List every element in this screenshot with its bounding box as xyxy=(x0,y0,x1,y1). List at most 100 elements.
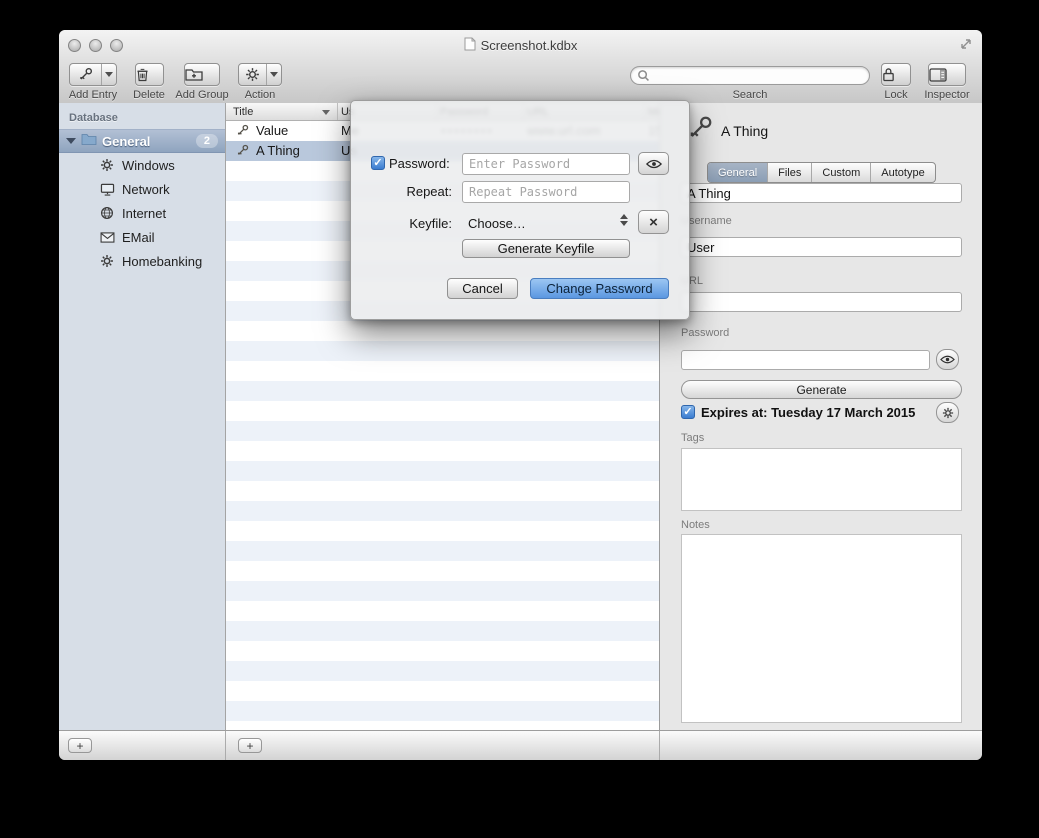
zoom-button[interactable] xyxy=(110,39,123,52)
gear-icon xyxy=(99,157,115,173)
expiry-options-button[interactable] xyxy=(936,402,959,423)
search-label: Search xyxy=(733,89,768,101)
action-dropdown-arrow[interactable] xyxy=(266,64,281,85)
add-group-plus-button[interactable]: + xyxy=(68,738,92,753)
sidebar-item-email[interactable]: EMail xyxy=(59,225,225,249)
delete-item: Delete xyxy=(127,63,171,101)
show-password-button[interactable] xyxy=(638,152,669,175)
lock-label: Lock xyxy=(884,89,907,101)
title-field[interactable] xyxy=(681,183,962,203)
change-password-popover: ✓ Password: Repeat: Keyfile: Choose… × G… xyxy=(350,100,690,320)
delete-label: Delete xyxy=(133,89,165,101)
url-field[interactable] xyxy=(681,292,962,312)
tab-custom[interactable]: Custom xyxy=(811,163,870,182)
key-icon xyxy=(236,124,249,140)
document-icon xyxy=(464,37,476,54)
lock-item: Lock xyxy=(877,63,915,101)
monitor-icon xyxy=(99,181,115,197)
divider xyxy=(225,731,226,760)
generate-password-button[interactable]: Generate xyxy=(681,380,962,399)
column-divider[interactable] xyxy=(337,103,338,120)
popover-keyfile-label: Keyfile: xyxy=(351,216,452,231)
keyfile-stepper-icon[interactable] xyxy=(620,214,628,226)
password-checkbox[interactable]: ✓ xyxy=(371,156,385,170)
add-group-label: Add Group xyxy=(175,89,228,101)
key-icon xyxy=(70,64,101,85)
sidebar-item-label: Network xyxy=(122,182,170,197)
sidebar-item-homebanking[interactable]: Homebanking xyxy=(59,249,225,273)
eye-icon xyxy=(940,355,955,364)
sidebar-item-label: Homebanking xyxy=(122,254,202,269)
generate-keyfile-button[interactable]: Generate Keyfile xyxy=(462,239,630,258)
sort-indicator-icon xyxy=(322,110,330,115)
reveal-password-button[interactable] xyxy=(936,349,959,370)
sidebar-group-general[interactable]: General 2 xyxy=(59,129,225,153)
inspector-button[interactable] xyxy=(928,63,966,86)
gear-icon xyxy=(942,407,954,419)
add-group-item: Add Group xyxy=(173,63,231,101)
group-label: General xyxy=(102,134,196,149)
divider xyxy=(659,731,660,760)
disclosure-triangle-icon[interactable] xyxy=(66,138,76,144)
inspector-item: Inspector xyxy=(921,63,973,101)
notes-field[interactable] xyxy=(681,534,962,723)
envelope-icon xyxy=(99,229,115,245)
notes-label: Notes xyxy=(681,519,710,531)
action-button[interactable] xyxy=(238,63,282,86)
gear-icon xyxy=(99,253,115,269)
sidebar-item-label: EMail xyxy=(122,230,155,245)
expires-label: Expires at: Tuesday 17 March 2015 xyxy=(701,405,915,420)
key-icon xyxy=(236,144,249,160)
column-header-title[interactable]: Title xyxy=(233,106,253,118)
sidebar-section-header: Database xyxy=(59,103,225,129)
folder-icon xyxy=(81,132,97,150)
group-count-badge: 2 xyxy=(196,134,218,148)
clear-keyfile-button[interactable]: × xyxy=(638,210,669,234)
app-window: Screenshot.kdbx Add Entry Delete xyxy=(59,30,982,760)
sidebar-item-label: Internet xyxy=(122,206,166,221)
inspector-label: Inspector xyxy=(924,89,969,101)
lock-button[interactable] xyxy=(881,63,911,86)
tab-files[interactable]: Files xyxy=(767,163,811,182)
search-item: Search xyxy=(630,66,870,101)
minimize-button[interactable] xyxy=(89,39,102,52)
password-field[interactable] xyxy=(681,350,930,370)
inspector-panel-icon xyxy=(929,64,947,85)
username-field[interactable] xyxy=(681,237,962,257)
traffic-lights xyxy=(68,39,123,52)
expires-checkbox[interactable]: ✓ xyxy=(681,405,695,419)
action-label: Action xyxy=(245,89,276,101)
delete-button[interactable] xyxy=(135,63,164,86)
sidebar-item-network[interactable]: Network xyxy=(59,177,225,201)
sidebar-item-internet[interactable]: Internet xyxy=(59,201,225,225)
sidebar-item-windows[interactable]: Windows xyxy=(59,153,225,177)
add-entry-label: Add Entry xyxy=(69,89,117,101)
eye-icon xyxy=(646,159,662,169)
close-icon: × xyxy=(649,215,658,230)
keyfile-dropdown[interactable]: Choose… xyxy=(468,216,526,231)
cancel-button[interactable]: Cancel xyxy=(447,278,518,299)
fullscreen-icon[interactable] xyxy=(959,37,973,56)
bottom-bar: + + xyxy=(59,730,982,760)
add-group-button[interactable] xyxy=(184,63,220,86)
repeat-password-input[interactable] xyxy=(462,181,630,203)
add-entry-plus-button[interactable]: + xyxy=(238,738,262,753)
window-title: Screenshot.kdbx xyxy=(179,37,862,54)
new-password-input[interactable] xyxy=(462,153,630,175)
add-entry-item: Add Entry xyxy=(68,63,118,101)
tab-autotype[interactable]: Autotype xyxy=(870,163,934,182)
close-button[interactable] xyxy=(68,39,81,52)
tags-label: Tags xyxy=(681,432,704,444)
tags-field[interactable] xyxy=(681,448,962,511)
lock-icon xyxy=(882,64,895,85)
popover-repeat-label: Repeat: xyxy=(351,184,452,199)
tab-general[interactable]: General xyxy=(708,163,767,182)
window-header: Screenshot.kdbx Add Entry Delete xyxy=(59,30,982,104)
add-entry-button[interactable] xyxy=(69,63,117,86)
window-title-text: Screenshot.kdbx xyxy=(481,38,578,53)
add-entry-dropdown-arrow[interactable] xyxy=(101,64,116,85)
entry-key-icon xyxy=(687,115,713,146)
change-password-button[interactable]: Change Password xyxy=(530,278,669,299)
group-sidebar: Database General 2 Windows Network xyxy=(59,103,226,730)
search-input[interactable] xyxy=(630,66,870,85)
